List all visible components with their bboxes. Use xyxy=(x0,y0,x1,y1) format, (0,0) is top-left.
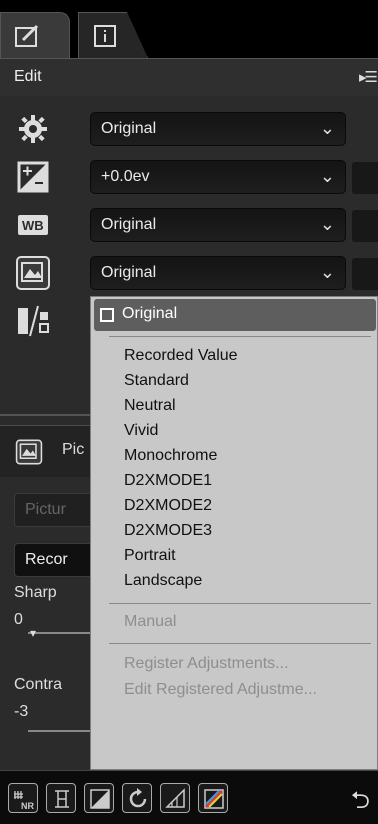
edit-header: Edit ▸☰ xyxy=(0,58,378,96)
gear-icon xyxy=(19,115,47,143)
straighten-button[interactable] xyxy=(46,783,76,813)
checkbox-icon xyxy=(100,308,114,322)
menu-item-register-adjustments: Register Adjustments... xyxy=(124,655,289,672)
sharpening-slider-handle[interactable]: ▾ xyxy=(30,626,36,640)
color-curve-icon xyxy=(204,789,224,809)
color-curve-button[interactable] xyxy=(198,783,228,813)
picture-control-side-field[interactable] xyxy=(352,258,378,290)
rotate-icon xyxy=(129,788,147,808)
menu-separator xyxy=(109,336,371,337)
menu-separator xyxy=(109,643,371,644)
edit-title: Edit xyxy=(14,68,42,85)
white-balance-side-field[interactable] xyxy=(352,210,378,242)
chevron-down-icon: ⌄ xyxy=(319,214,335,234)
menu-item-original[interactable]: Original xyxy=(94,299,376,331)
noise-reduction-icon: NR xyxy=(14,791,34,811)
white-balance-icon: WB xyxy=(18,215,48,235)
white-balance-dropdown-value: Original xyxy=(101,216,157,233)
menu-item-d2xmode1[interactable]: D2XMODE1 xyxy=(124,472,212,490)
perspective-button[interactable] xyxy=(160,783,190,813)
menu-separator xyxy=(109,603,371,604)
contrast-label: Contra xyxy=(14,676,63,693)
menu-item-landscape[interactable]: Landscape xyxy=(124,572,202,590)
perspective-icon xyxy=(165,788,185,808)
menu-item-d2xmode3[interactable]: D2XMODE3 xyxy=(124,522,212,540)
levels-button[interactable] xyxy=(84,783,114,813)
bottom-toolbar: NR ⮌ xyxy=(0,770,378,824)
menu-item-vivid[interactable]: Vivid xyxy=(124,422,158,440)
white-balance-dropdown[interactable]: Original ⌄ xyxy=(90,208,346,242)
picture-control-icon xyxy=(16,256,50,290)
row-white-balance: WB Original ⌄ xyxy=(0,200,378,250)
sharpening-slider[interactable] xyxy=(28,632,98,634)
menu-item-recorded-value[interactable]: Recorded Value xyxy=(124,347,238,365)
menu-item-edit-registered: Edit Registered Adjustme... xyxy=(124,681,317,698)
picture-control-section-title: Pic xyxy=(62,441,85,458)
exposure-dropdown-value: +0.0ev xyxy=(101,168,150,185)
svg-text:WB: WB xyxy=(22,218,44,233)
row-picture-settings: Original ⌄ xyxy=(0,104,378,154)
tab-info[interactable] xyxy=(78,12,148,58)
menu-item-neutral[interactable]: Neutral xyxy=(124,397,176,415)
levels-icon xyxy=(90,789,110,809)
chevron-down-icon: ⌄ xyxy=(319,166,335,186)
tab-strip xyxy=(0,0,378,58)
picture-control-menu: Original Recorded Value Standard Neutral… xyxy=(90,296,378,770)
straighten-icon xyxy=(55,790,69,808)
row-exposure: +0.0ev ⌄ xyxy=(0,152,378,202)
contrast-slider[interactable] xyxy=(28,730,98,732)
menu-item-monochrome[interactable]: Monochrome xyxy=(124,447,217,465)
noise-reduction-button[interactable]: NR xyxy=(8,783,38,813)
tab-edit[interactable] xyxy=(0,12,70,58)
exposure-side-field[interactable] xyxy=(352,162,378,194)
svg-text:NR: NR xyxy=(21,801,34,811)
undo-icon[interactable]: ⮌ xyxy=(351,783,370,824)
picture-control-name-value: Pictur xyxy=(25,501,66,518)
row-picture-control: Original ⌄ xyxy=(0,248,378,298)
sharpening-value: 0 xyxy=(14,611,23,628)
menu-item-portrait[interactable]: Portrait xyxy=(124,547,176,565)
panel-menu-icon[interactable]: ▸☰ xyxy=(359,68,378,86)
exposure-compensation-icon xyxy=(17,161,49,193)
tone-adjust-icon xyxy=(18,305,49,337)
info-tab-icon xyxy=(94,25,116,47)
edit-tab-icon xyxy=(15,24,39,47)
settings-dropdown-value: Original xyxy=(101,120,157,137)
contrast-value: -3 xyxy=(14,703,29,720)
exposure-dropdown[interactable]: +0.0ev ⌄ xyxy=(90,160,346,194)
menu-item-original-label: Original xyxy=(122,305,178,322)
settings-dropdown[interactable]: Original ⌄ xyxy=(90,112,346,146)
picture-control-icon xyxy=(15,439,43,465)
menu-item-standard[interactable]: Standard xyxy=(124,372,189,390)
menu-item-manual: Manual xyxy=(124,613,177,630)
picture-control-base-value: Recor xyxy=(25,551,68,568)
picture-control-dropdown-value: Original xyxy=(101,264,157,281)
chevron-down-icon: ⌄ xyxy=(319,262,335,282)
menu-item-d2xmode2[interactable]: D2XMODE2 xyxy=(124,497,212,515)
rotate-button[interactable] xyxy=(122,783,152,813)
chevron-down-icon: ⌄ xyxy=(319,118,335,138)
picture-control-dropdown[interactable]: Original ⌄ xyxy=(90,256,346,290)
sharpening-label: Sharp xyxy=(14,584,57,601)
